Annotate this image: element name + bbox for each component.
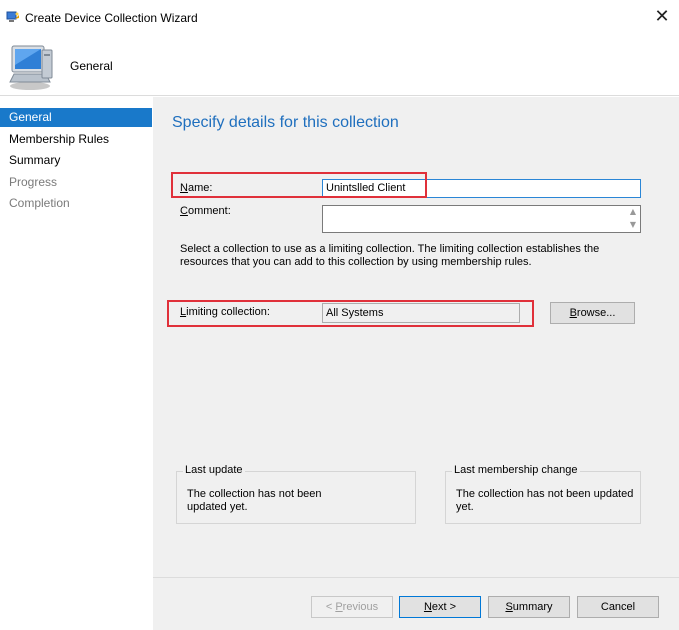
wizard-header: General	[0, 36, 679, 96]
nav-item-summary[interactable]: Summary	[0, 151, 152, 170]
previous-button: < Previous	[311, 596, 393, 618]
cancel-button[interactable]: Cancel	[577, 596, 659, 618]
close-icon[interactable]: ✕	[652, 8, 672, 28]
wizard-footer: < Previous Next > Summary Cancel	[153, 577, 679, 630]
scroll-down-icon[interactable]: ▼	[628, 220, 638, 230]
header-title: General	[70, 59, 113, 73]
title-bar: Create Device Collection Wizard ✕	[0, 0, 679, 36]
nav-item-completion: Completion	[9, 196, 70, 210]
nav-item-progress: Progress	[9, 175, 58, 189]
wizard-nav: General Membership Rules Summary Progres…	[0, 97, 152, 630]
browse-button[interactable]: Browse...	[550, 302, 635, 324]
next-button[interactable]: Next >	[399, 596, 481, 618]
wizard-content: Specify details for this collection Name…	[153, 97, 679, 577]
last-membership-change-text: The collection has not been updated yet.	[456, 488, 634, 513]
comment-field[interactable]: ▲ ▼	[322, 205, 641, 233]
window-title: Create Device Collection Wizard	[25, 11, 198, 25]
limiting-description: Select a collection to use as a limiting…	[180, 243, 600, 268]
nav-item-general[interactable]: General	[0, 108, 152, 127]
last-update-text: The collection has not been updated yet.	[187, 488, 322, 513]
name-highlight-box	[171, 172, 427, 198]
nav-item-membership-rules[interactable]: Membership Rules	[0, 130, 152, 149]
computer-icon	[9, 45, 53, 90]
summary-button[interactable]: Summary	[488, 596, 570, 618]
limiting-highlight-box	[167, 300, 534, 327]
page-heading: Specify details for this collection	[172, 114, 399, 131]
scroll-up-icon[interactable]: ▲	[628, 207, 638, 217]
last-update-title: Last update	[183, 464, 245, 476]
wizard-icon	[6, 11, 19, 22]
last-membership-change-group: Last membership change The collection ha…	[445, 464, 641, 524]
last-membership-change-title: Last membership change	[452, 464, 580, 476]
last-update-group: Last update The collection has not been …	[176, 464, 416, 524]
comment-label: Comment:	[180, 205, 231, 217]
